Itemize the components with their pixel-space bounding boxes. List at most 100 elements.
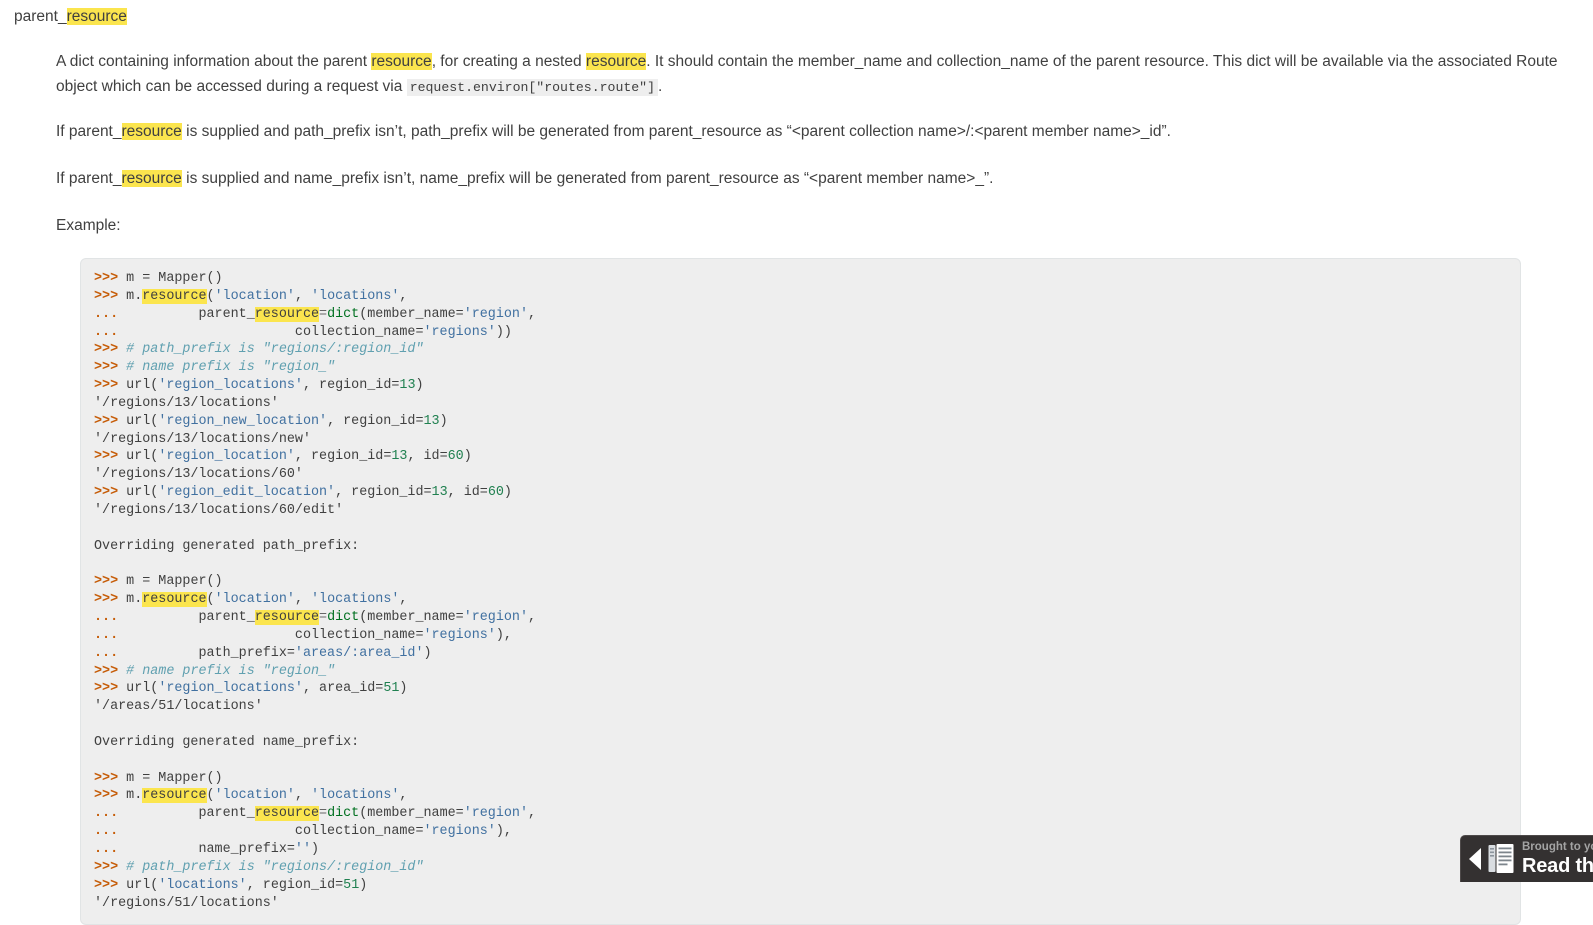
code-token: # path_prefix is "regions/:region_id": [126, 342, 424, 358]
code-token: 'locations': [158, 877, 247, 893]
code-token: (member_name=: [359, 306, 464, 322]
code-prompt: ...: [94, 306, 127, 322]
code-prompt: >>>: [94, 592, 127, 608]
page-title-highlight: resource: [66, 8, 127, 25]
code-prompt: >>>: [94, 271, 127, 286]
code-line: >>> m = Mapper(): [94, 573, 1520, 591]
code-line: '/areas/51/locations': [94, 698, 1520, 716]
code-token: ,: [528, 306, 537, 322]
code-token: url(: [126, 413, 159, 429]
code-token: , id=: [407, 449, 448, 465]
search-highlight: resource: [142, 592, 207, 608]
code-token: 'regions': [423, 824, 496, 840]
code-line: Overriding generated path_prefix:: [94, 538, 1520, 556]
chevron-left-icon[interactable]: [1469, 848, 1481, 870]
code-line: ... name_prefix=''): [94, 841, 1520, 859]
code-prompt: ...: [94, 627, 127, 643]
code-token: ,: [528, 806, 537, 822]
code-token: ,: [399, 788, 408, 804]
code-token: ): [503, 485, 512, 501]
code-token: 13: [423, 413, 440, 429]
path-prefix-paragraph: If parent_resource is supplied and path_…: [56, 119, 1567, 144]
code-line: ... parent_resource=dict(member_name='re…: [94, 609, 1520, 627]
code-token: ): [415, 378, 424, 394]
paragraph-text: If parent_: [56, 170, 122, 187]
code-line: '/regions/13/locations/60': [94, 466, 1520, 484]
code-token: m = Mapper(): [126, 770, 223, 786]
code-line: >>> # name prefix is "region_": [94, 359, 1520, 377]
code-line: >>> # path_prefix is "regions/:region_id…: [94, 341, 1520, 359]
code-token: 13: [391, 449, 408, 465]
code-token: 51: [343, 877, 360, 893]
code-token: =: [319, 806, 328, 822]
code-prompt: >>>: [94, 413, 127, 429]
code-line: >>> url('region_locations', area_id=51): [94, 680, 1520, 698]
code-prompt: >>>: [94, 788, 127, 804]
code-token: 'areas/:area_id': [294, 645, 424, 661]
code-line: >>> # path_prefix is "regions/:region_id…: [94, 859, 1520, 877]
code-prompt: >>>: [94, 342, 127, 358]
code-token: )): [495, 324, 512, 340]
code-token: (: [206, 288, 215, 304]
paragraph-text: is supplied and name_prefix isn’t, name_…: [181, 170, 994, 187]
code-token: , region_id=: [246, 877, 344, 893]
code-token: ): [439, 413, 448, 429]
code-token: ),: [495, 824, 512, 840]
code-token: Overriding generated path_prefix:: [94, 538, 360, 554]
code-token: 'locations': [311, 788, 400, 804]
code-prompt: >>>: [94, 378, 127, 394]
code-token: =: [319, 306, 328, 322]
paragraph-text: If parent_: [56, 123, 122, 140]
code-prompt: >>>: [94, 485, 127, 501]
code-prompt: >>>: [94, 859, 127, 875]
search-highlight: resource: [254, 610, 320, 626]
code-token: 'location': [214, 288, 295, 304]
paragraph-text: .: [658, 78, 663, 95]
code-prompt: >>>: [94, 360, 127, 376]
code-token: dict: [327, 806, 360, 822]
code-token: ,: [294, 788, 312, 804]
code-token: url(: [126, 877, 159, 893]
code-line: '/regions/13/locations/new': [94, 431, 1520, 449]
code-prompt: ...: [94, 824, 127, 840]
code-token: 'location': [214, 788, 295, 804]
code-token: dict: [327, 306, 360, 322]
code-prompt: >>>: [94, 288, 127, 304]
code-token: (: [206, 788, 215, 804]
code-token: ,: [294, 288, 312, 304]
search-highlight: resource: [254, 806, 320, 822]
code-line: >>> url('region_edit_location', region_i…: [94, 484, 1520, 502]
readthedocs-flyout-badge[interactable]: Brought to you by Read the Docs: [1460, 835, 1593, 882]
code-token: ,: [294, 592, 312, 608]
code-prompt: >>>: [94, 877, 127, 893]
code-token: parent_: [126, 306, 255, 322]
code-token: # path_prefix is "regions/:region_id": [126, 859, 424, 875]
code-token: , area_id=: [302, 681, 384, 697]
code-token: m.: [126, 288, 143, 304]
code-line: >>> m.resource('location', 'locations',: [94, 787, 1520, 805]
page-title-prefix: parent_: [14, 8, 67, 25]
example-label: Example:: [56, 217, 121, 234]
code-token: m.: [126, 788, 143, 804]
code-token: 51: [383, 681, 400, 697]
code-prompt: >>>: [94, 574, 127, 590]
content-body: A dict containing information about the …: [0, 49, 1593, 925]
code-token: url(: [126, 449, 159, 465]
code-prompt: ...: [94, 645, 127, 661]
description-paragraph: A dict containing information about the …: [56, 49, 1567, 100]
code-token: , region_id=: [302, 378, 400, 394]
code-token: ): [423, 645, 432, 661]
code-token: '': [294, 842, 311, 857]
code-token: parent_: [126, 806, 255, 822]
search-highlight: resource: [142, 288, 207, 304]
code-line: ... parent_resource=dict(member_name='re…: [94, 805, 1520, 823]
code-token: 'regions': [423, 324, 496, 340]
code-block-content[interactable]: >>> m = Mapper() >>> m.resource('location…: [94, 270, 1520, 912]
code-line: >>> # name prefix is "region_": [94, 663, 1520, 681]
code-token: (: [206, 592, 215, 608]
code-block[interactable]: >>> m = Mapper() >>> m.resource('location…: [80, 258, 1521, 925]
badge-brand: Read the Docs: [1522, 854, 1593, 877]
code-token: ): [359, 877, 368, 893]
code-line: ... collection_name='regions')): [94, 324, 1520, 342]
